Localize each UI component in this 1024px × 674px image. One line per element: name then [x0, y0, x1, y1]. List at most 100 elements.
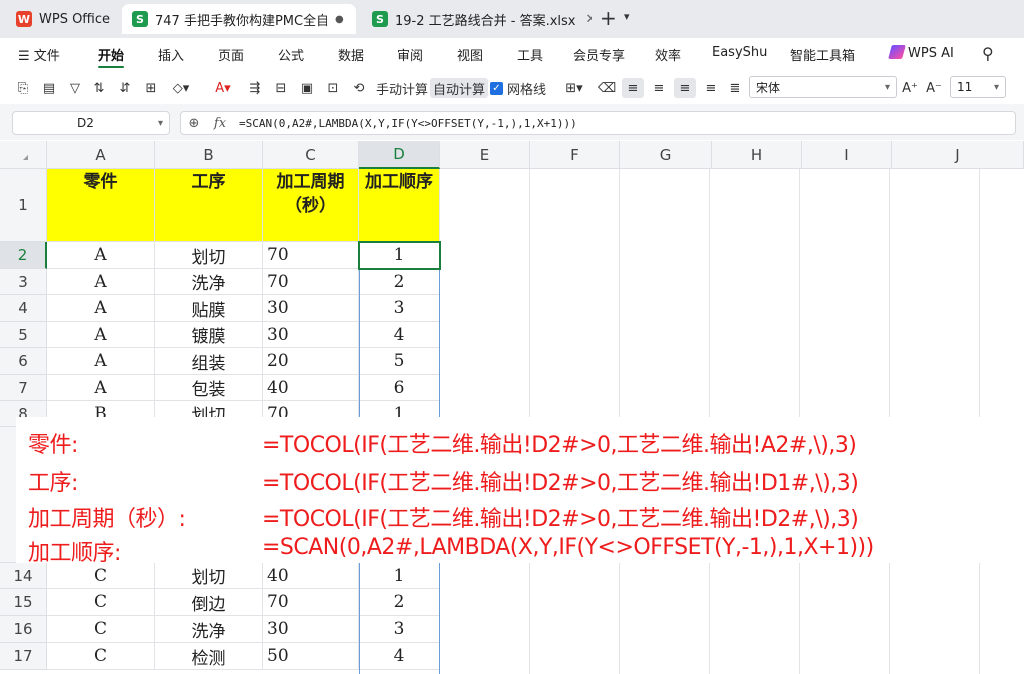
zoom-formula-icon[interactable]: ⊕ — [181, 116, 207, 131]
table-cell[interactable]: 30 — [263, 616, 359, 643]
row-header[interactable]: 15 — [0, 589, 47, 616]
column-header-g[interactable]: G — [620, 141, 712, 169]
font-color-icon[interactable]: A▾ — [210, 78, 236, 98]
table-cell[interactable]: 划切 — [155, 563, 263, 589]
row-header[interactable]: 4 — [0, 295, 47, 322]
menu-data[interactable]: 数据 — [338, 45, 364, 64]
menu-tools[interactable]: 工具 — [517, 45, 543, 64]
font-size-select[interactable]: 11 ▾ — [950, 76, 1006, 98]
menu-efficiency[interactable]: 效率 — [655, 45, 681, 64]
font-grow-icon[interactable]: A⁺ — [900, 78, 920, 98]
fx-icon[interactable]: fx — [207, 116, 233, 131]
manual-calc-button[interactable]: 手动计算 — [376, 78, 428, 98]
borders-icon[interactable]: ⊞ — [142, 78, 160, 98]
insert-row-icon[interactable]: ▣ — [298, 78, 316, 98]
search-icon[interactable]: ⚲ — [982, 44, 994, 63]
table-cell[interactable]: 洗净 — [155, 616, 263, 643]
table-cell[interactable]: 3 — [359, 616, 440, 643]
align-left-icon[interactable]: ≡ — [650, 78, 668, 98]
table-cell[interactable]: 组装 — [155, 348, 263, 375]
wrap-text-icon[interactable]: ⇶ — [246, 78, 264, 98]
format-painter-icon[interactable]: ⎘ — [14, 78, 32, 98]
table-cell[interactable]: 倒边 — [155, 589, 263, 616]
table-cell[interactable]: C — [47, 616, 155, 643]
table-cell[interactable]: A — [47, 375, 155, 401]
table-cell[interactable]: 4 — [359, 322, 440, 348]
menu-easyshu[interactable]: EasyShu — [712, 45, 767, 60]
paste-icon[interactable]: ▤ — [40, 78, 58, 98]
table-header-cell[interactable]: 加工周期（秒） — [263, 169, 359, 242]
menu-review[interactable]: 审阅 — [397, 45, 423, 64]
auto-calc-button[interactable]: 自动计算 — [430, 78, 489, 98]
column-header-e[interactable]: E — [440, 141, 530, 169]
insert-col-icon[interactable]: ⊡ — [324, 78, 342, 98]
freeze-icon[interactable]: ⊟ — [272, 78, 290, 98]
menu-member[interactable]: 会员专享 — [573, 45, 625, 64]
table-cell[interactable]: 镀膜 — [155, 322, 263, 348]
table-cell[interactable]: 20 — [263, 348, 359, 375]
menu-wps-ai[interactable]: WPS AI — [888, 45, 954, 61]
table-cell[interactable]: 4 — [359, 643, 440, 670]
table-cell[interactable]: 50 — [263, 643, 359, 670]
table-cell[interactable]: 贴膜 — [155, 295, 263, 322]
menu-page[interactable]: 页面 — [218, 45, 244, 64]
column-header-i[interactable]: I — [802, 141, 892, 169]
table-cell[interactable]: 2 — [359, 269, 440, 295]
table-cell[interactable]: 洗净 — [155, 269, 263, 295]
row-header[interactable]: 2 — [0, 242, 47, 269]
table-cell[interactable]: A — [47, 322, 155, 348]
font-shrink-icon[interactable]: A⁻ — [924, 78, 944, 98]
column-header-b[interactable]: B — [155, 141, 263, 169]
table-cell[interactable]: 1 — [359, 242, 440, 269]
row-header[interactable]: 17 — [0, 643, 47, 670]
table-cell[interactable]: A — [47, 348, 155, 375]
fill-color-icon[interactable]: ◇▾ — [168, 78, 194, 98]
name-box[interactable]: D2 ▾ — [12, 111, 170, 135]
table-header-cell[interactable]: 零件 — [47, 169, 155, 242]
row-header[interactable]: 3 — [0, 269, 47, 295]
table-cell[interactable]: 40 — [263, 375, 359, 401]
menu-file[interactable]: ☰ 文件 — [18, 45, 60, 64]
column-header-c[interactable]: C — [263, 141, 359, 169]
cell-style-icon[interactable]: ⊞▾ — [560, 78, 588, 98]
select-all-corner[interactable] — [0, 141, 47, 169]
table-cell[interactable]: 40 — [263, 563, 359, 589]
table-cell[interactable]: 30 — [263, 295, 359, 322]
gridlines-toggle[interactable]: ✓ 网格线 — [490, 78, 546, 98]
column-header-d[interactable]: D — [359, 141, 440, 169]
row-header[interactable]: 5 — [0, 322, 47, 348]
table-cell[interactable]: A — [47, 295, 155, 322]
menu-view[interactable]: 视图 — [457, 45, 483, 64]
new-tab-icon[interactable]: + — [600, 6, 617, 30]
formula-input[interactable]: ⊕ fx =SCAN(0,A2#,LAMBDA(X,Y,IF(Y<>OFFSET… — [180, 111, 1016, 135]
table-cell[interactable]: 70 — [263, 269, 359, 295]
recalc-icon[interactable]: ⟲ — [350, 78, 368, 98]
row-header[interactable]: 1 — [0, 169, 47, 242]
align-center-icon[interactable]: ≡ — [674, 78, 696, 98]
filter-icon[interactable]: ▽ — [66, 78, 84, 98]
menu-insert[interactable]: 插入 — [158, 45, 184, 64]
column-header-h[interactable]: H — [712, 141, 802, 169]
table-cell[interactable]: 70 — [263, 589, 359, 616]
table-cell[interactable]: 划切 — [155, 242, 263, 269]
align-top-icon[interactable]: ≡ — [622, 78, 644, 98]
table-cell[interactable]: A — [47, 242, 155, 269]
sort-descending-icon[interactable]: ⇵ — [116, 78, 134, 98]
column-header-f[interactable]: F — [530, 141, 620, 169]
spreadsheet-grid[interactable]: A B C D E F G H I J 1 零件 工序 加工周期（秒） 加工顺序… — [0, 141, 1024, 674]
tab-route-merge[interactable]: S 19-2 工艺路线合并 - 答案.xlsx ✕ — [362, 4, 592, 34]
column-header-j[interactable]: J — [892, 141, 1024, 169]
table-cell[interactable]: C — [47, 643, 155, 670]
tab-wps-office[interactable]: W WPS Office — [6, 4, 114, 34]
font-name-select[interactable]: 宋体 ▾ — [749, 76, 897, 98]
column-header-a[interactable]: A — [47, 141, 155, 169]
row-header[interactable]: 6 — [0, 348, 47, 375]
table-cell[interactable]: 包装 — [155, 375, 263, 401]
menu-formula[interactable]: 公式 — [278, 45, 304, 64]
table-header-cell[interactable]: 加工顺序 — [359, 169, 440, 242]
table-cell[interactable]: 6 — [359, 375, 440, 401]
table-cell[interactable]: A — [47, 269, 155, 295]
chevron-down-icon[interactable]: ▾ — [624, 10, 630, 23]
tab-pmc-workbook[interactable]: S 747 手把手教你构建PMC全自动 ● — [122, 4, 356, 34]
clear-format-icon[interactable]: ⌫ — [598, 78, 616, 98]
